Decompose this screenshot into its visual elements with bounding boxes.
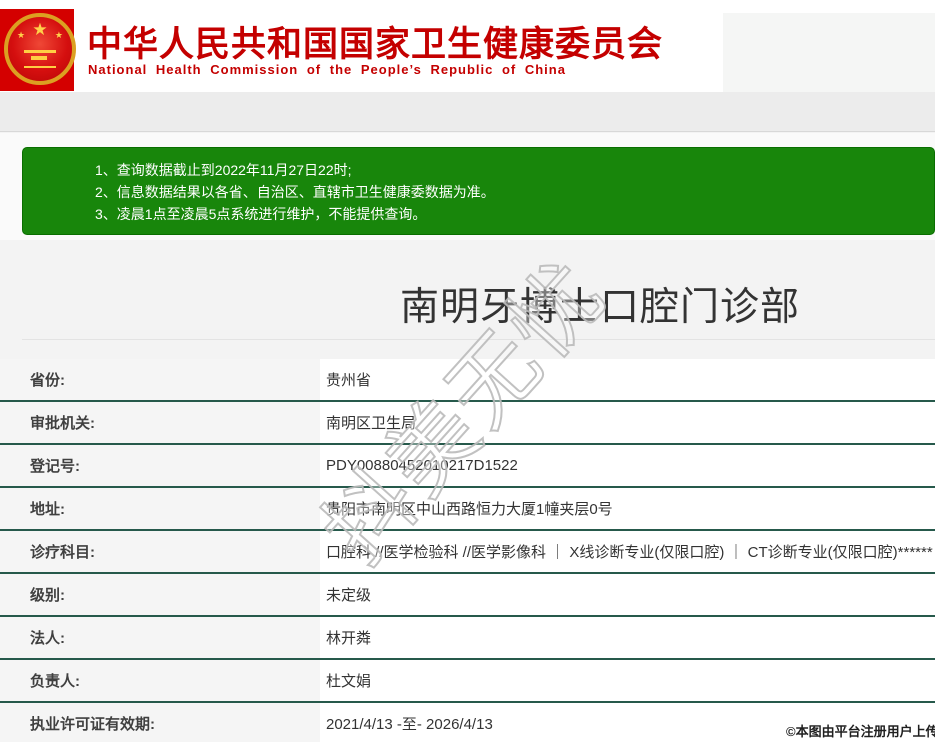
banner-right-fill — [723, 13, 935, 92]
field-value: 贵阳市南明区中山西路恒力大厦1幢夹层0号 — [320, 488, 935, 529]
field-label: 省份: — [0, 359, 320, 400]
table-row-address: 地址: 贵阳市南明区中山西路恒力大厦1幢夹层0号 — [0, 488, 935, 531]
field-label: 负责人: — [0, 660, 320, 701]
emblem-gate-icon — [24, 50, 56, 68]
field-label: 审批机关: — [0, 402, 320, 443]
table-row-province: 省份: 贵州省 — [0, 359, 935, 402]
table-row-approval-authority: 审批机关: 南明区卫生局 — [0, 402, 935, 445]
field-value: 杜文娟 — [320, 660, 935, 701]
table-row-registration-number: 登记号: PDY00880452010217D1522 — [0, 445, 935, 488]
field-label: 登记号: — [0, 445, 320, 486]
field-value: PDY00880452010217D1522 — [320, 445, 935, 486]
field-value: 林开粦 — [320, 617, 935, 658]
china-national-emblem-icon: ★ ★ ★ — [4, 13, 76, 85]
notice-box: 1、查询数据截止到2022年11月27日22时; 2、信息数据结果以各省、自治区… — [22, 147, 935, 235]
page: ★ ★ ★ 中华人民共和国国家卫生健康委员会 National Health C… — [0, 0, 935, 742]
notice-line-3: 3、凌晨1点至凌晨5点系统进行维护，不能提供查询。 — [95, 203, 924, 225]
site-title-chinese: 中华人民共和国国家卫生健康委员会 — [87, 16, 663, 67]
field-label: 诊疗科目: — [0, 531, 320, 572]
table-row-person-in-charge: 负责人: 杜文娟 — [0, 660, 935, 703]
table-row-legal-person: 法人: 林开粦 — [0, 617, 935, 660]
field-value: 口腔科 //医学检验科 //医学影像科 ｜ X线诊断专业(仅限口腔) ｜ CT诊… — [320, 531, 935, 572]
field-label: 级别: — [0, 574, 320, 615]
title-divider — [22, 339, 935, 340]
site-title-english: National Health Commission of the People… — [88, 62, 566, 77]
field-value: 未定级 — [320, 574, 935, 615]
field-label: 地址: — [0, 488, 320, 529]
emblem-small-star-icon: ★ — [17, 31, 25, 40]
field-label: 法人: — [0, 617, 320, 658]
notice-line-1: 1、查询数据截止到2022年11月27日22时; — [95, 159, 924, 181]
field-value: 贵州省 — [320, 359, 935, 400]
copyright-watermark: ©本图由平台注册用户上传 — [786, 721, 935, 740]
table-row-level: 级别: 未定级 — [0, 574, 935, 617]
header-banner: ★ ★ ★ 中华人民共和国国家卫生健康委员会 National Health C… — [0, 0, 935, 92]
field-label: 执业许可证有效期: — [0, 703, 320, 742]
institution-name-title: 南明牙博士口腔门诊部 — [266, 276, 934, 332]
emblem-star-icon: ★ — [32, 21, 47, 38]
emblem-small-star-icon: ★ — [55, 31, 63, 40]
institution-detail-table: 省份: 贵州省 审批机关: 南明区卫生局 登记号: PDY00880452010… — [0, 359, 935, 742]
table-row-treatment-subjects: 诊疗科目: 口腔科 //医学检验科 //医学影像科 ｜ X线诊断专业(仅限口腔)… — [0, 531, 935, 574]
notice-line-2: 2、信息数据结果以各省、自治区、直辖市卫生健康委数据为准。 — [95, 181, 924, 203]
field-value: 南明区卫生局 — [320, 402, 935, 443]
header-divider-band — [0, 92, 935, 132]
